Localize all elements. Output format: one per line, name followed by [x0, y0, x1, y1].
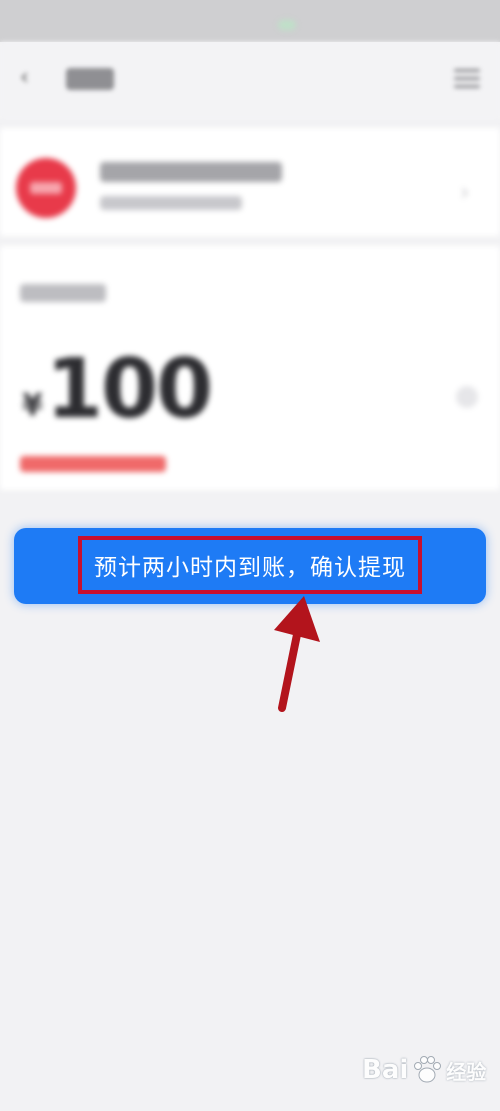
watermark-brand: Bai [362, 1055, 409, 1085]
amount-hint-blurred [20, 456, 166, 472]
navigation-bar: ‹ [0, 42, 500, 120]
annotation-arrow-icon [274, 596, 320, 712]
clear-icon[interactable] [456, 386, 478, 408]
screen: ‹ › ¥ 100 预计两小时内到账，确认提现 Bai 经验 [0, 0, 500, 1111]
baidu-watermark: Bai 经验 [362, 1050, 486, 1090]
bank-card-selector[interactable]: › [0, 128, 500, 236]
bank-logo-icon [16, 158, 76, 218]
bank-account-info-blurred [100, 196, 242, 210]
chevron-right-icon: › [460, 178, 470, 206]
paw-icon [414, 1056, 442, 1083]
withdraw-amount-card: ¥ 100 [0, 246, 500, 490]
status-bar [0, 0, 500, 42]
arrow-left-icon[interactable]: ‹ [20, 66, 44, 90]
bank-name-blurred [100, 162, 282, 182]
currency-symbol: ¥ [22, 388, 43, 423]
amount-label-blurred [20, 284, 106, 302]
amount-input[interactable]: 100 [46, 342, 213, 437]
status-indicator [278, 20, 296, 30]
annotation-highlight-box: 预计两小时内到账，确认提现 [78, 536, 422, 594]
confirm-withdraw-label: 预计两小时内到账，确认提现 [94, 554, 406, 580]
page-title-blurred [66, 68, 114, 90]
menu-icon[interactable] [454, 64, 480, 90]
watermark-suffix: 经验 [446, 1059, 487, 1084]
confirm-withdraw-button[interactable]: 预计两小时内到账，确认提现 [14, 528, 486, 604]
